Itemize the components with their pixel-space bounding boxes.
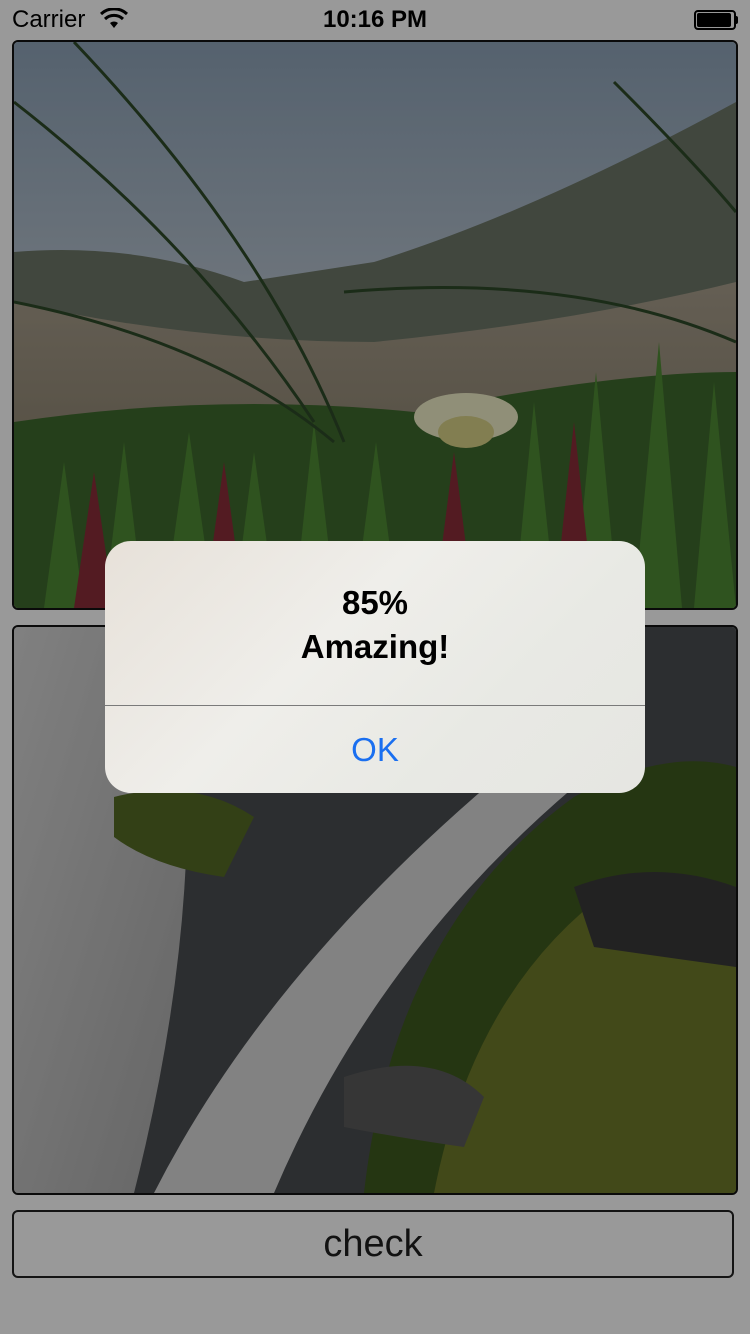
alert-message: Amazing! [300,628,450,665]
alert-title: 85% [341,584,409,621]
result-alert: 85% Amazing! OK [105,541,645,793]
ok-button[interactable]: OK [105,706,645,793]
